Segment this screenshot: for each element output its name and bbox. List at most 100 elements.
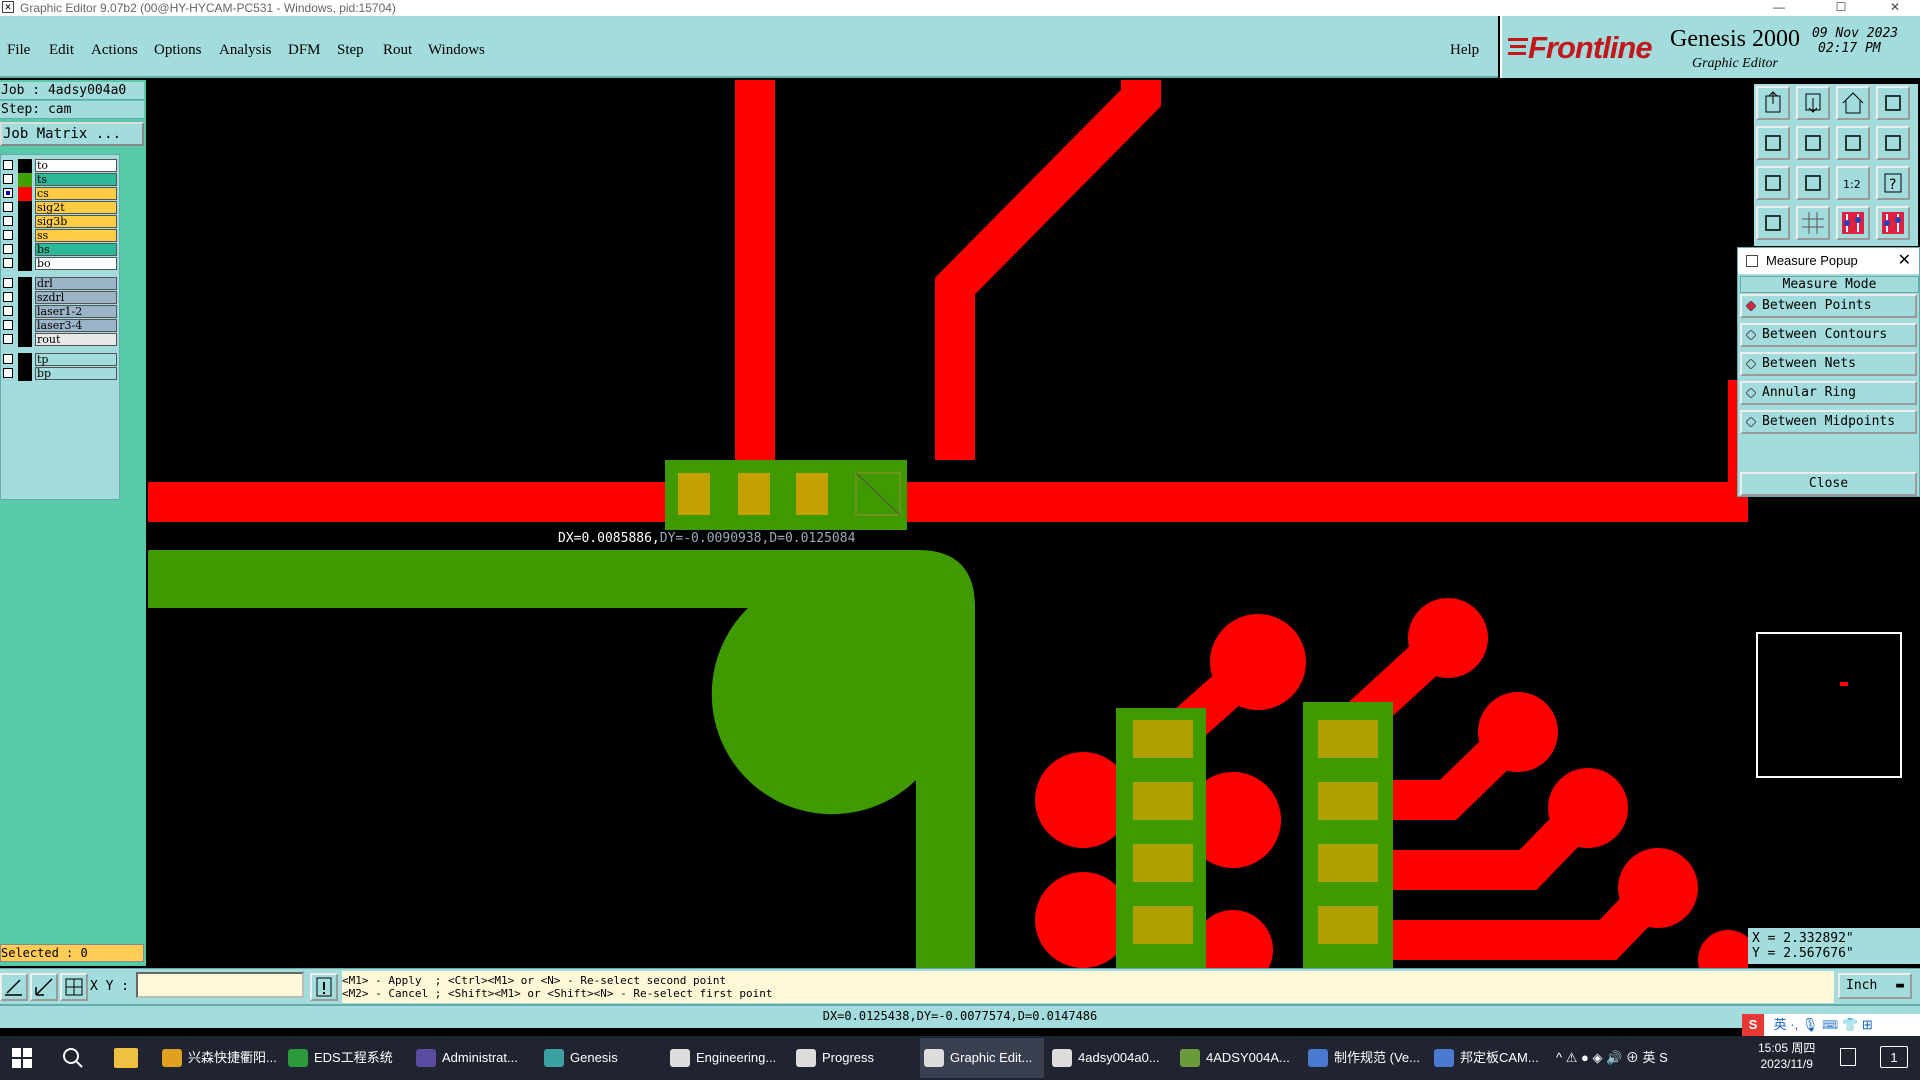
taskbar-app-2[interactable]: Administrat... (412, 1038, 536, 1078)
tool-flip-button[interactable] (1836, 126, 1870, 160)
layer-name[interactable]: bp (35, 367, 117, 380)
popup-close-button[interactable]: Close (1740, 472, 1917, 496)
layer-checkbox[interactable] (3, 202, 13, 212)
taskbar-app-10[interactable]: 邦定板CAM... (1430, 1038, 1554, 1078)
menu-step[interactable]: Step (337, 42, 364, 59)
layer-name[interactable]: laser3-4 (35, 319, 117, 332)
menu-windows[interactable]: Windows (428, 42, 485, 59)
measure-tool-button[interactable] (30, 973, 58, 1001)
file-explorer-icon[interactable] (114, 1048, 138, 1068)
layer-row-to[interactable]: to (3, 159, 117, 173)
layer-name[interactable]: drl (35, 277, 117, 290)
tool-center-button[interactable] (1796, 166, 1830, 200)
layer-name[interactable]: sig2t (35, 201, 117, 214)
layer-checkbox[interactable] (3, 334, 13, 344)
tool-grid-button[interactable] (1796, 206, 1830, 240)
layer-row-ss[interactable]: ss (3, 229, 117, 243)
notification-icon[interactable]: 1 (1880, 1046, 1908, 1068)
layer-name[interactable]: bo (35, 257, 117, 270)
layer-checkbox[interactable] (3, 188, 13, 198)
minimize-button[interactable]: — (1756, 0, 1802, 16)
tool-panels-button[interactable] (1876, 86, 1910, 120)
taskbar-app-0[interactable]: 兴森快捷衢阳... (158, 1038, 282, 1078)
layer-checkbox[interactable] (3, 258, 13, 268)
taskbar-app-1[interactable]: EDS工程系统 (284, 1038, 408, 1078)
xy-input[interactable] (136, 972, 304, 998)
layer-row-rout[interactable]: rout (3, 333, 117, 347)
measure-option-between-contours[interactable]: Between Contours (1740, 323, 1917, 347)
measure-option-between-points[interactable]: Between Points (1740, 294, 1917, 318)
tool-home-button[interactable] (1836, 86, 1870, 120)
taskbar-app-9[interactable]: 制作规范 (Ve... (1304, 1038, 1428, 1078)
layer-name[interactable]: bs (35, 243, 117, 256)
menu-rout[interactable]: Rout (383, 42, 412, 59)
layer-name[interactable]: cs (35, 187, 117, 200)
layer-checkbox[interactable] (3, 244, 13, 254)
tool-upload-button[interactable] (1756, 86, 1790, 120)
menu-options[interactable]: Options (154, 42, 202, 59)
layer-row-cs[interactable]: cs (3, 187, 117, 201)
tool-scale-button[interactable]: 1:2 (1836, 166, 1870, 200)
tool-download-button[interactable] (1796, 86, 1830, 120)
layer-row-bp[interactable]: bp (3, 367, 117, 381)
unit-selector[interactable]: Inch ▬ (1838, 973, 1912, 999)
layer-checkbox[interactable] (3, 174, 13, 184)
taskbar-app-6[interactable]: Graphic Edit... (920, 1038, 1044, 1078)
measure-option-between-nets[interactable]: Between Nets (1740, 352, 1917, 376)
tool-snap-b-button[interactable] (1876, 206, 1910, 240)
tool-export-button[interactable] (1796, 126, 1830, 160)
tool-layers-button[interactable] (1756, 206, 1790, 240)
layer-name[interactable]: to (35, 159, 117, 172)
menu-file[interactable]: File (7, 42, 30, 59)
graphic-canvas[interactable] (148, 80, 1758, 990)
measure-option-annular-ring[interactable]: Annular Ring (1740, 381, 1917, 405)
layer-row-laser3-4[interactable]: laser3-4 (3, 319, 117, 333)
menu-help[interactable]: Help (1450, 42, 1479, 59)
layer-checkbox[interactable] (3, 230, 13, 240)
tool-snap-a-button[interactable] (1836, 206, 1870, 240)
tool-step-rep-button[interactable] (1876, 126, 1910, 160)
layer-checkbox[interactable] (3, 160, 13, 170)
menu-edit[interactable]: Edit (49, 42, 74, 59)
measure-option-between-midpoints[interactable]: Between Midpoints (1740, 410, 1917, 434)
layer-row-drl[interactable]: drl (3, 277, 117, 291)
layer-name[interactable]: rout (35, 333, 117, 346)
tool-help-button[interactable]: ? (1876, 166, 1910, 200)
layer-name[interactable]: szdrl (35, 291, 117, 304)
menu-actions[interactable]: Actions (91, 42, 138, 59)
layer-checkbox[interactable] (3, 320, 13, 330)
layer-row-szdrl[interactable]: szdrl (3, 291, 117, 305)
popup-close-icon[interactable]: ✕ (1898, 248, 1911, 274)
windows-start-icon[interactable] (12, 1048, 32, 1068)
layer-checkbox[interactable] (3, 278, 13, 288)
layer-name[interactable]: laser1-2 (35, 305, 117, 318)
layer-checkbox[interactable] (3, 216, 13, 226)
search-icon[interactable] (62, 1047, 84, 1069)
taskbar-app-7[interactable]: 4adsy004a0... (1048, 1038, 1172, 1078)
layer-row-sig3b[interactable]: sig3b (3, 215, 117, 229)
layer-checkbox[interactable] (3, 306, 13, 316)
layer-name[interactable]: sig3b (35, 215, 117, 228)
taskbar-app-4[interactable]: Engineering... (666, 1038, 790, 1078)
tool-import-button[interactable] (1756, 126, 1790, 160)
layer-row-bo[interactable]: bo (3, 257, 117, 271)
menu-dfm[interactable]: DFM (288, 42, 321, 59)
taskbar-app-8[interactable]: 4ADSY004A... (1176, 1038, 1300, 1078)
grid-button[interactable] (60, 973, 88, 1001)
info-button[interactable] (310, 973, 338, 1001)
layer-row-tp[interactable]: tp (3, 353, 117, 367)
layer-row-laser1-2[interactable]: laser1-2 (3, 305, 117, 319)
taskbar-app-5[interactable]: Progress (792, 1038, 916, 1078)
close-window-button[interactable]: ✕ (1872, 0, 1918, 16)
ime-toolbar[interactable]: S 英 ·, 🎙 ⌨ 👕 ⊞ (1742, 1014, 1920, 1036)
layer-name[interactable]: ss (35, 229, 117, 242)
maximize-button[interactable]: ☐ (1818, 0, 1864, 16)
taskbar-clock[interactable]: 15:05 周四 2023/11/9 (1758, 1040, 1815, 1072)
show-desktop-icon[interactable] (1840, 1048, 1856, 1066)
layer-row-ts[interactable]: ts (3, 173, 117, 187)
layer-name[interactable]: ts (35, 173, 117, 186)
layer-row-bs[interactable]: bs (3, 243, 117, 257)
layer-checkbox[interactable] (3, 368, 13, 378)
overview-minimap[interactable] (1756, 632, 1902, 778)
layer-checkbox[interactable] (3, 354, 13, 364)
